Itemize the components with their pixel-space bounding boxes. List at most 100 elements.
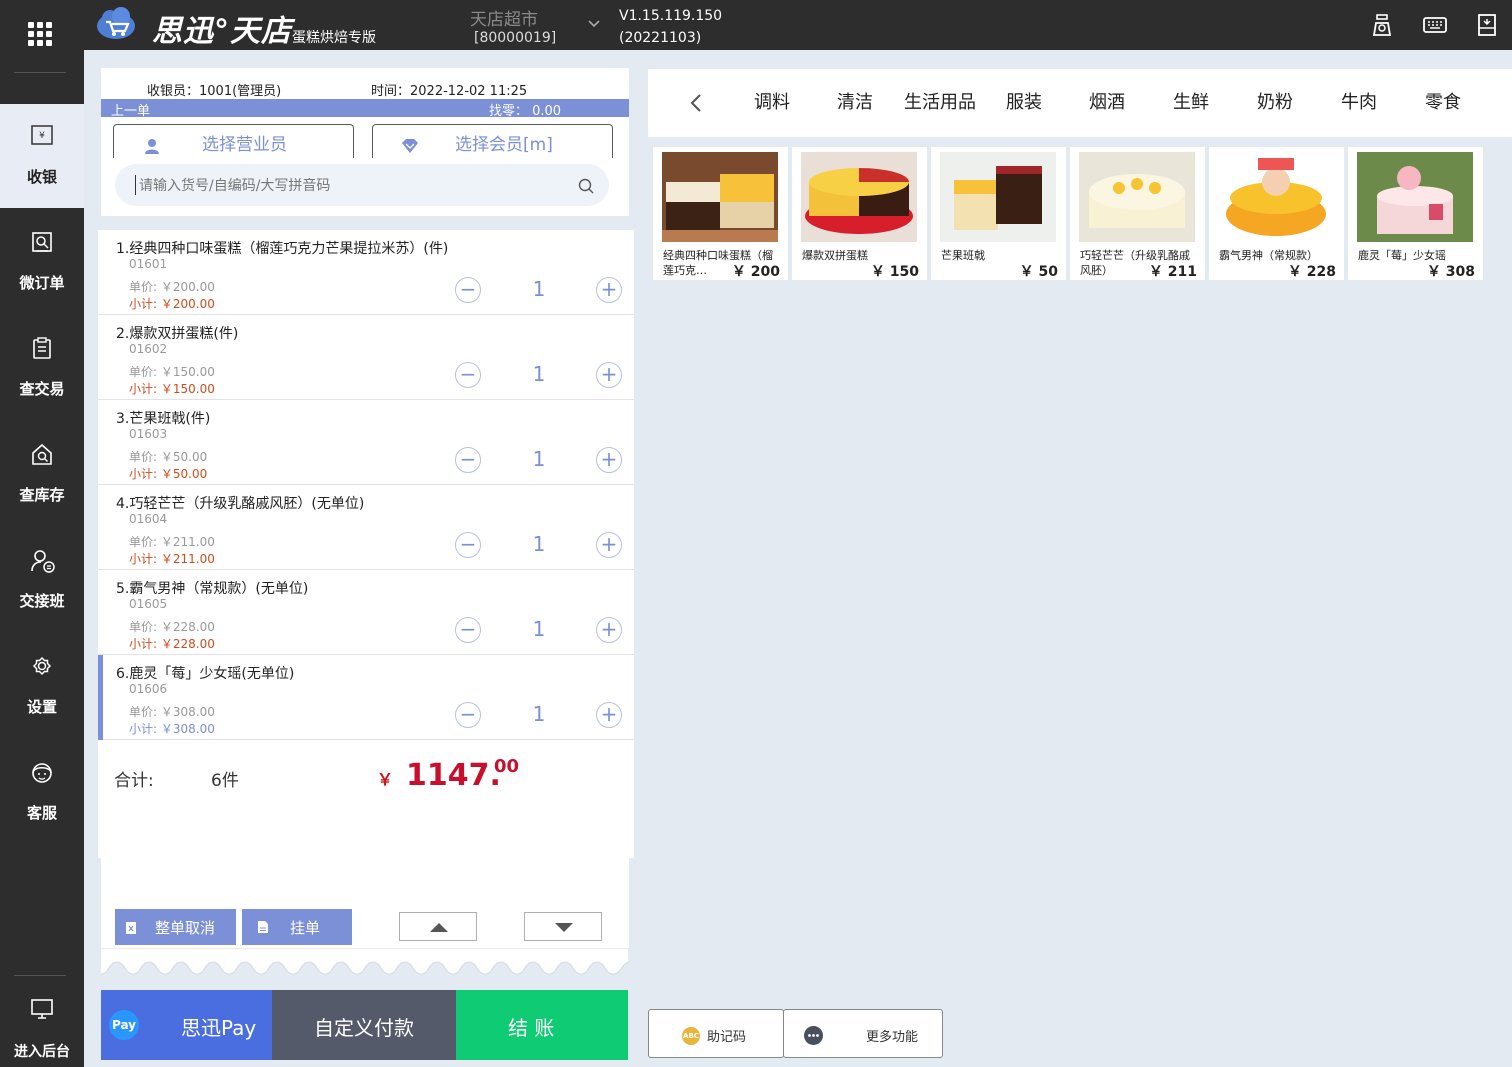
top-bar: 思迅°天店 蛋糕烘焙专版 天店超市 [80000019] V1.15.119.1… (0, 0, 1512, 50)
cancel-all-button[interactable]: 整单取消 (115, 909, 236, 945)
chevron-down-icon[interactable] (587, 19, 601, 29)
nav-cashier[interactable]: ¥ 收银 (0, 104, 84, 208)
select-member-button[interactable]: 选择会员[m] (372, 124, 613, 158)
category-tab[interactable]: 奶粉 (1257, 88, 1293, 114)
document-icon (258, 921, 268, 933)
category-tab[interactable]: 服装 (1006, 88, 1042, 114)
cart-header: 收银员：1001(管理员) 时间：2022-12-02 11:25 上一单 找零… (101, 68, 629, 216)
nav-inventory[interactable]: 查库存 (0, 422, 84, 526)
product-price: ￥ 308 (1426, 264, 1475, 280)
trash-icon (126, 922, 136, 934)
category-tab[interactable]: 烟酒 (1089, 88, 1125, 114)
increase-qty-button[interactable]: + (596, 447, 622, 473)
cart-item-selected[interactable]: 6.鹿灵「莓」少女瑶(无单位) 01606 单价: ￥308.00 小计: ￥3… (98, 655, 634, 740)
cart-item[interactable]: 3.芒果班戟(件) 01603 单价: ￥50.00 小计: ￥50.00 − … (98, 400, 634, 485)
decrease-qty-button[interactable]: − (455, 362, 481, 388)
item-qty[interactable]: 1 (528, 702, 550, 726)
total-amount: 1147. (406, 758, 501, 793)
version: V1.15.119.150 (619, 8, 723, 24)
item-subtotal: 小计: ￥50.00 (129, 467, 208, 481)
custom-payment-button[interactable]: 自定义付款 (272, 990, 456, 1060)
increase-qty-button[interactable]: + (596, 702, 622, 728)
decrease-qty-button[interactable]: − (455, 532, 481, 558)
select-staff-button[interactable]: 选择营业员 (113, 124, 354, 158)
nav-label: 交接班 (19, 592, 65, 610)
product-card[interactable]: 霸气男神（常规款） ￥ 228 (1209, 147, 1344, 280)
nav-transactions[interactable]: 查交易 (0, 316, 84, 420)
item-unit-price: 单价: ￥200.00 (129, 280, 215, 294)
category-tab[interactable]: 调料 (754, 88, 790, 114)
product-card[interactable]: 巧轻芒芒（升级乳酪戚风胚） ￥ 211 (1070, 147, 1205, 280)
mnemonic-button[interactable]: ABC 助记码 (648, 1009, 784, 1058)
search-icon[interactable] (578, 178, 594, 194)
increase-qty-button[interactable]: + (596, 277, 622, 303)
increase-qty-button[interactable]: + (596, 617, 622, 643)
keyboard-icon[interactable] (1422, 12, 1448, 38)
receipt-edge-decoration (101, 948, 629, 975)
scroll-down-button[interactable] (524, 912, 602, 941)
category-tab[interactable]: 清洁 (837, 88, 873, 114)
item-qty[interactable]: 1 (528, 447, 550, 471)
product-image (1218, 152, 1334, 242)
sixun-pay-button[interactable]: Pay 思迅Pay (101, 990, 272, 1060)
cart-item[interactable]: 5.霸气男神（常规款）(无单位) 01605 单价: ￥228.00 小计: ￥… (98, 570, 634, 655)
micro-order-icon (32, 232, 52, 252)
item-qty[interactable]: 1 (528, 532, 550, 556)
more-functions-button[interactable]: 更多功能 (783, 1009, 943, 1058)
decrease-qty-button[interactable]: − (455, 447, 481, 473)
cart-item[interactable]: 1.经典四种口味蛋糕（榴莲巧克力芒果提拉米苏）(件) 01601 单价: ￥20… (98, 230, 634, 315)
increase-qty-button[interactable]: + (596, 362, 622, 388)
cart-item[interactable]: 2.爆款双拼蛋糕(件) 01602 单价: ￥150.00 小计: ￥150.0… (98, 315, 634, 400)
hold-order-button[interactable]: 挂单 (242, 909, 352, 945)
product-image (1357, 152, 1473, 242)
category-tab[interactable]: 零食 (1425, 88, 1461, 114)
chevron-left-icon[interactable] (690, 94, 702, 112)
store-name[interactable]: 天店超市 (470, 5, 538, 30)
item-qty[interactable]: 1 (528, 617, 550, 641)
cart-item[interactable]: 4.巧轻芒芒（升级乳酪戚风胚）(无单位) 01604 单价: ￥211.00 小… (98, 485, 634, 570)
category-tab[interactable]: 生活用品 (904, 88, 976, 114)
product-card[interactable]: 经典四种口味蛋糕（榴莲巧克… ￥ 200 (653, 147, 788, 280)
nav-micro-order[interactable]: 微订单 (0, 210, 84, 314)
nav-backend[interactable]: 进入后台 (0, 980, 84, 1067)
decrease-qty-button[interactable]: − (455, 617, 481, 643)
cash-drawer-icon[interactable] (1474, 12, 1500, 38)
item-unit-price: 单价: ￥228.00 (129, 620, 215, 634)
item-unit-price: 单价: ￥211.00 (129, 535, 215, 549)
product-card[interactable]: 鹿灵「莓」少女瑶 ￥ 308 (1348, 147, 1483, 280)
select-member-label: 选择会员[m] (455, 135, 553, 155)
search-input[interactable]: 请输入货号/自编码/大写拼音码 (115, 164, 609, 206)
scale-icon[interactable] (1369, 12, 1395, 38)
checkout-button[interactable]: 结 账 (456, 990, 628, 1060)
item-code: 01603 (129, 427, 168, 441)
app-grid-icon[interactable] (28, 22, 54, 46)
item-qty[interactable]: 1 (528, 277, 550, 301)
item-subtotal: 小计: ￥211.00 (129, 552, 215, 566)
item-name: 1.经典四种口味蛋糕（榴莲巧克力芒果提拉米苏）(件) (116, 241, 449, 257)
hold-order-label: 挂单 (290, 919, 321, 937)
product-card[interactable]: 爆款双拼蛋糕 ￥ 150 (792, 147, 927, 280)
product-card[interactable]: 芒果班戟 ￥ 50 (931, 147, 1066, 280)
order-time: 时间：2022-12-02 11:25 (371, 84, 528, 99)
category-tab[interactable]: 牛肉 (1341, 88, 1377, 114)
cashier-info: 收银员：1001(管理员) (147, 84, 282, 99)
nav-label: 客服 (26, 804, 57, 822)
decrease-qty-button[interactable]: − (455, 277, 481, 303)
nav-support[interactable]: 客服 (0, 740, 84, 844)
more-dots-icon (804, 1026, 823, 1045)
decrease-qty-button[interactable]: − (455, 702, 481, 728)
last-order-bar[interactable]: 上一单 找零： 0.00 (101, 99, 629, 119)
more-functions-label: 更多功能 (866, 1030, 919, 1045)
category-tab[interactable]: 生鲜 (1173, 88, 1209, 114)
person-icon (145, 139, 159, 154)
nav-settings[interactable]: 设置 (0, 634, 84, 738)
text-cursor (135, 175, 136, 195)
scroll-up-button[interactable] (399, 912, 477, 941)
nav-shift-handover[interactable]: 交接班 (0, 528, 84, 632)
custom-payment-label: 自定义付款 (314, 1016, 414, 1040)
item-name: 6.鹿灵「莓」少女瑶(无单位) (116, 666, 295, 682)
item-qty[interactable]: 1 (528, 362, 550, 386)
cashier-icon: ¥ (31, 125, 53, 145)
increase-qty-button[interactable]: + (596, 532, 622, 558)
logo-text: 思迅°天店 (152, 14, 292, 49)
